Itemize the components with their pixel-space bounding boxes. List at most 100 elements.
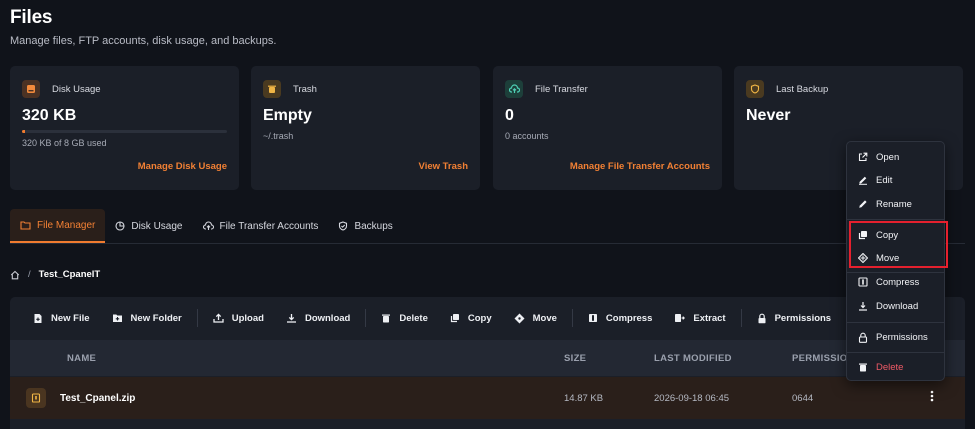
column-last-modified: LAST MODIFIED bbox=[654, 353, 732, 364]
tab-file-transfer-accounts[interactable]: File Transfer Accounts bbox=[193, 209, 329, 243]
copy-button[interactable]: Copy bbox=[439, 297, 503, 339]
cloud-upload-icon bbox=[202, 221, 214, 231]
new-folder-label: New Folder bbox=[130, 312, 182, 324]
card-value: 320 KB bbox=[22, 107, 77, 124]
menu-label: Edit bbox=[876, 174, 893, 186]
extract-label: Extract bbox=[693, 312, 726, 324]
trash-icon bbox=[381, 313, 391, 323]
page-subtitle: Manage files, FTP accounts, disk usage, … bbox=[10, 35, 277, 47]
menu-label: Permissions bbox=[876, 331, 928, 343]
shield-check-icon bbox=[338, 221, 348, 231]
upload-label: Upload bbox=[231, 312, 264, 324]
download-label: Download bbox=[304, 312, 351, 324]
shield-icon bbox=[746, 80, 764, 98]
menu-label: Download bbox=[876, 300, 919, 312]
card-value: Empty bbox=[263, 107, 312, 124]
menu-rename[interactable]: Rename bbox=[847, 193, 944, 215]
archive-icon bbox=[588, 313, 598, 323]
move-button[interactable]: Move bbox=[503, 297, 568, 339]
lock-icon bbox=[858, 332, 868, 343]
permissions-button[interactable]: Permissions bbox=[746, 297, 843, 339]
compress-button[interactable]: Compress bbox=[577, 297, 663, 339]
menu-open[interactable]: Open bbox=[847, 146, 944, 168]
trash-card: Trash Empty ~/.trash View Trash bbox=[251, 66, 480, 190]
menu-edit[interactable]: Edit bbox=[847, 169, 944, 191]
extract-button[interactable]: Extract bbox=[663, 297, 736, 339]
folder-icon bbox=[20, 220, 31, 230]
tab-label: File Manager bbox=[37, 219, 96, 231]
card-label: Last Backup bbox=[776, 84, 829, 95]
card-label: Disk Usage bbox=[52, 84, 101, 95]
permissions-label: Permissions bbox=[774, 312, 832, 324]
menu-divider bbox=[847, 352, 944, 353]
card-sub: 320 KB of 8 GB used bbox=[22, 138, 107, 148]
card-value: 0 bbox=[505, 107, 514, 124]
menu-permissions[interactable]: Permissions bbox=[847, 326, 944, 348]
card-label: Trash bbox=[293, 84, 317, 95]
file-modified: 2026-09-18 06:45 bbox=[654, 393, 730, 404]
tabs-divider bbox=[10, 243, 965, 244]
download-icon bbox=[858, 301, 868, 311]
column-name: NAME bbox=[67, 353, 97, 364]
column-size: SIZE bbox=[564, 353, 587, 364]
toolbar-divider bbox=[196, 309, 198, 327]
menu-delete[interactable]: Delete bbox=[847, 356, 944, 378]
move-icon bbox=[514, 313, 525, 324]
archive-icon bbox=[858, 277, 868, 287]
menu-label: Delete bbox=[876, 361, 904, 373]
pencil-icon bbox=[858, 175, 868, 185]
table-header: NAME SIZE LAST MODIFIED PERMISSIONS bbox=[10, 340, 965, 376]
extract-icon bbox=[674, 313, 686, 323]
pie-chart-icon bbox=[115, 221, 125, 231]
menu-compress[interactable]: Compress bbox=[847, 271, 944, 293]
home-icon[interactable] bbox=[10, 270, 20, 280]
new-folder-button[interactable]: New Folder bbox=[101, 297, 193, 339]
breadcrumb-separator: / bbox=[28, 269, 31, 280]
file-toolbar: New File New Folder Upload Download Dele… bbox=[10, 297, 842, 339]
disk-usage-progress bbox=[22, 130, 227, 133]
new-file-label: New File bbox=[51, 312, 90, 324]
file-permissions: 0644 bbox=[792, 393, 814, 404]
disk-usage-card: Disk Usage 320 KB 320 KB of 8 GB used Ma… bbox=[10, 66, 239, 190]
cloud-upload-icon bbox=[505, 80, 523, 98]
table-row[interactable]: Test_Cpanel.zip 14.87 KB 2026-09-18 06:4… bbox=[10, 377, 965, 419]
trash-icon bbox=[858, 362, 868, 372]
delete-button[interactable]: Delete bbox=[370, 297, 439, 339]
trash-icon bbox=[263, 80, 281, 98]
view-trash-link[interactable]: View Trash bbox=[419, 161, 468, 172]
menu-label: Open bbox=[876, 151, 900, 163]
highlight-box bbox=[849, 221, 948, 268]
delete-label: Delete bbox=[399, 312, 428, 324]
tab-backups[interactable]: Backups bbox=[328, 209, 402, 243]
folder-plus-icon bbox=[112, 313, 123, 323]
download-button[interactable]: Download bbox=[275, 297, 361, 339]
file-name[interactable]: Test_Cpanel.zip bbox=[60, 393, 135, 404]
card-value: Never bbox=[746, 107, 791, 124]
upload-icon bbox=[213, 313, 224, 323]
tab-disk-usage[interactable]: Disk Usage bbox=[105, 209, 192, 243]
card-sub: ~/.trash bbox=[263, 131, 294, 141]
breadcrumb-current[interactable]: Test_CpanelT bbox=[39, 269, 101, 280]
disk-usage-progress-fill bbox=[22, 130, 26, 133]
tab-file-manager[interactable]: File Manager bbox=[10, 209, 106, 243]
menu-divider bbox=[847, 219, 944, 220]
file-transfer-card: File Transfer 0 0 accounts Manage File T… bbox=[493, 66, 722, 190]
tab-label: Disk Usage bbox=[131, 220, 183, 232]
menu-download[interactable]: Download bbox=[847, 295, 944, 317]
archive-file-icon bbox=[26, 388, 46, 408]
upload-button[interactable]: Upload bbox=[202, 297, 275, 339]
disk-icon bbox=[22, 80, 40, 98]
new-file-button[interactable]: New File bbox=[22, 297, 101, 339]
external-link-icon bbox=[858, 152, 868, 162]
tab-bar: File Manager Disk Usage File Transfer Ac… bbox=[10, 209, 403, 243]
compress-label: Compress bbox=[605, 312, 653, 324]
manage-file-transfer-link[interactable]: Manage File Transfer Accounts bbox=[570, 161, 710, 172]
copy-icon bbox=[450, 313, 460, 323]
row-actions-icon[interactable] bbox=[930, 390, 934, 402]
file-size: 14.87 KB bbox=[564, 393, 604, 404]
toolbar-divider bbox=[740, 309, 742, 327]
card-sub: 0 accounts bbox=[505, 131, 549, 141]
lock-icon bbox=[757, 313, 767, 324]
manage-disk-usage-link[interactable]: Manage Disk Usage bbox=[138, 161, 227, 172]
tab-label: Backups bbox=[354, 220, 393, 232]
